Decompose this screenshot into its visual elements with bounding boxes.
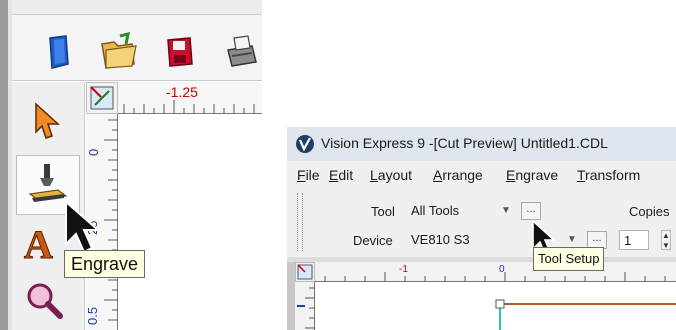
vertical-ruler (295, 282, 315, 330)
copies-input[interactable]: 1 (619, 230, 649, 250)
menu-engrave[interactable]: Engrave (506, 167, 558, 183)
tool-dropdown-arrow-icon[interactable]: ▼ (499, 201, 513, 221)
horizontal-ruler-label-0: 0 (499, 264, 505, 275)
menu-layout-key: L (370, 167, 378, 183)
save-icon[interactable] (160, 32, 200, 72)
toolbar-grip[interactable] (297, 193, 303, 251)
menu-engrave-rest: ngrave (515, 167, 559, 183)
menu-file-rest: ile (305, 167, 320, 183)
menu-transform-key: T (577, 167, 586, 183)
copies-spinner[interactable]: ▲ ▼ (661, 230, 671, 250)
menu-edit-rest: dit (338, 167, 354, 183)
app-logo-icon (295, 134, 315, 159)
menu-layout[interactable]: Layout (370, 167, 412, 183)
drawing-canvas[interactable] (118, 114, 262, 330)
device-select[interactable]: VE810 S3 (407, 230, 501, 250)
ruler-corner-button[interactable] (86, 82, 118, 114)
tool-setup-tooltip: Tool Setup (533, 247, 605, 271)
select-arrow-icon[interactable] (22, 96, 70, 144)
menu-transform-rest: ransform (585, 167, 641, 183)
menu-arrange-key: A (433, 167, 443, 183)
menu-arrange[interactable]: Arrange (433, 167, 483, 183)
menu-edit[interactable]: Edit (329, 167, 353, 183)
left-dock-strip (287, 262, 295, 330)
engrave-tooltip: Engrave (64, 250, 146, 278)
menu-engrave-key: E (506, 167, 516, 183)
horizontal-ruler-label: -1.25 (166, 84, 198, 100)
menu-transform[interactable]: Transform (577, 167, 640, 183)
window-border (0, 0, 8, 330)
horizontal-ruler (315, 262, 676, 282)
tool-label: Tool (371, 204, 395, 219)
tool-setup-button[interactable]: ... (521, 202, 541, 220)
menu-file-key: F (297, 167, 306, 183)
left-screenshot-panel: A -1.25 0 0.5 Engrave (0, 0, 262, 330)
menu-arrange-rest: rrange (442, 167, 483, 183)
menu-file[interactable]: File (297, 167, 320, 183)
right-screenshot-panel: Vision Express 9 -[Cut Preview] Untitled… (287, 127, 676, 330)
open-folder-icon[interactable] (98, 30, 138, 70)
device-label: Device (353, 233, 393, 248)
new-document-icon[interactable] (40, 32, 80, 72)
horizontal-ruler-label-neg1: -1 (399, 264, 408, 275)
svg-text:A: A (24, 222, 53, 266)
vertical-ruler-label-2: 0.5 (85, 306, 100, 325)
window-title: Vision Express 9 -[Cut Preview] Untitled… (321, 135, 608, 151)
ruler-corner-button[interactable] (295, 262, 315, 282)
copies-label: Copies (629, 204, 670, 219)
toolbar-top-edge (12, 0, 262, 15)
menu-layout-rest: ayout (377, 167, 413, 183)
menu-edit-key: E (329, 167, 339, 183)
cut-preview-canvas[interactable] (315, 282, 676, 330)
zoom-icon[interactable] (20, 278, 68, 326)
vertical-ruler-label-0: 0 (86, 148, 101, 156)
tool-select[interactable]: All Tools (407, 201, 501, 221)
print-icon[interactable] (222, 32, 262, 72)
text-icon[interactable]: A (20, 218, 68, 268)
